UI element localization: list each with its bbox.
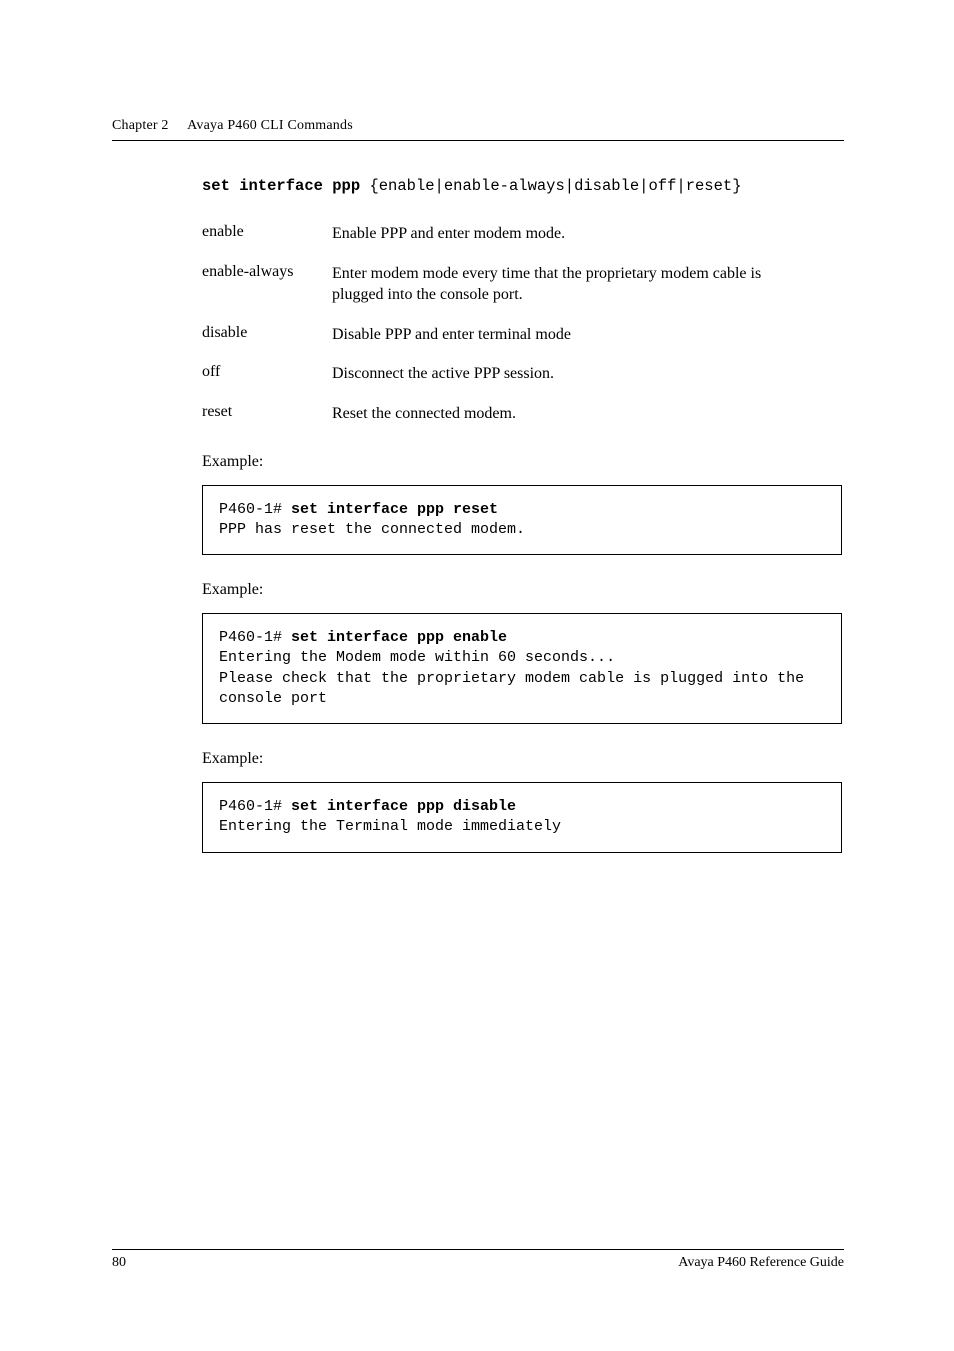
header-rule (112, 140, 844, 141)
param-row: enable Enable PPP and enter modem mode. (202, 223, 844, 245)
syntax-command: set interface ppp (202, 177, 360, 195)
syntax-line: set interface ppp {enable|enable-always|… (202, 177, 844, 195)
running-head: Chapter 2 Avaya P460 CLI Commands (112, 118, 844, 134)
code-output: Entering the Terminal mode immediately (219, 818, 561, 835)
param-name: enable-always (202, 263, 332, 281)
code-output: PPP has reset the connected modem. (219, 521, 525, 538)
code-block: P460-1# set interface ppp enable Enterin… (202, 613, 842, 724)
page-footer: 80 Avaya P460 Reference Guide (112, 1249, 844, 1271)
code-command: set interface ppp enable (291, 629, 507, 646)
param-row: enable-always Enter modem mode every tim… (202, 263, 844, 306)
example-label: Example: (202, 581, 844, 599)
footer-rule (112, 1249, 844, 1250)
syntax-args: {enable|enable-always|disable|off|reset} (360, 177, 741, 195)
chapter-label: Chapter 2 (112, 118, 169, 133)
example-label: Example: (202, 453, 844, 471)
code-block: P460-1# set interface ppp reset PPP has … (202, 485, 842, 556)
doc-title: Avaya P460 Reference Guide (678, 1255, 844, 1271)
code-prompt: P460-1# (219, 629, 291, 646)
param-desc: Disable PPP and enter terminal mode (332, 324, 571, 346)
chapter-title: Avaya P460 CLI Commands (187, 118, 353, 133)
code-output: Entering the Modem mode within 60 second… (219, 649, 615, 666)
param-desc: Enable PPP and enter modem mode. (332, 223, 565, 245)
code-command: set interface ppp disable (291, 798, 516, 815)
code-output: Please check that the proprietary modem … (219, 670, 813, 707)
param-desc: Disconnect the active PPP session. (332, 363, 554, 385)
param-row: disable Disable PPP and enter terminal m… (202, 324, 844, 346)
code-block: P460-1# set interface ppp disable Enteri… (202, 782, 842, 853)
param-row: reset Reset the connected modem. (202, 403, 844, 425)
param-name: enable (202, 223, 332, 241)
param-name: disable (202, 324, 332, 342)
param-name: reset (202, 403, 332, 421)
param-row: off Disconnect the active PPP session. (202, 363, 844, 385)
param-desc: Reset the connected modem. (332, 403, 516, 425)
code-prompt: P460-1# (219, 501, 291, 518)
param-desc: Enter modem mode every time that the pro… (332, 263, 772, 306)
code-command: set interface ppp reset (291, 501, 498, 518)
example-label: Example: (202, 750, 844, 768)
page-number: 80 (112, 1255, 126, 1271)
parameters-table: enable Enable PPP and enter modem mode. … (202, 223, 844, 425)
code-prompt: P460-1# (219, 798, 291, 815)
param-name: off (202, 363, 332, 381)
